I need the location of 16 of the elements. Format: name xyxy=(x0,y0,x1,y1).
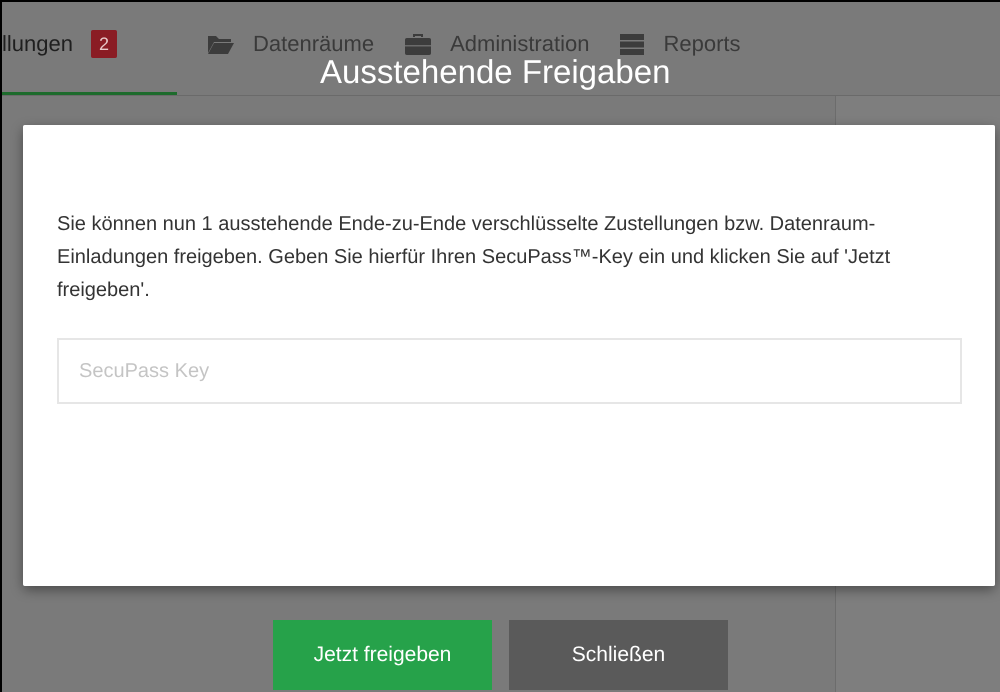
dialog-message: Sie können nun 1 ausstehende Ende-zu-Ende verschlüsselte Zustellungen bzw. Datenraum-Einladungen freigeben. Geben Sie hierfür Ihren SecuPass™-Key ein und klicken Sie auf 'Jetzt freigeben'. xyxy=(57,212,892,303)
briefcase-icon xyxy=(404,32,432,56)
nav-tab[interactable]: Reports xyxy=(619,32,741,56)
count-badge: 2 xyxy=(90,30,117,58)
tab-label: Administration xyxy=(450,32,590,56)
tab-label: Datenräume xyxy=(253,32,374,56)
nav-tab[interactable]: Datenräume xyxy=(207,32,374,56)
release-button[interactable]: Jetzt freigeben xyxy=(273,620,492,690)
nav-tab[interactable]: llungen 2 xyxy=(2,32,177,56)
folder-icon xyxy=(207,33,235,56)
tab-label: Reports xyxy=(663,32,741,56)
secupass-key-field[interactable]: SecuPass Key xyxy=(57,338,962,404)
close-button[interactable]: Schließen xyxy=(509,620,728,690)
nav-tab[interactable]: Administration xyxy=(404,32,590,56)
server-icon xyxy=(619,33,646,56)
tab-label: llungen xyxy=(2,32,73,56)
